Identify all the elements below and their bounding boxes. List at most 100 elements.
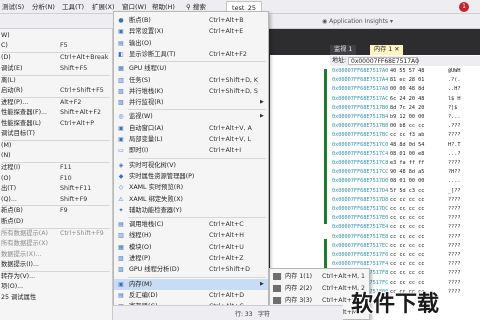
debug-menu-item[interactable]: 进程(P)... Alt+F2 [0,98,113,108]
memory-row[interactable]: 0x00007FF68E7517A0 40 55 57 48 @UWH [330,67,480,76]
menu-tools[interactable]: 工具(T) [62,2,84,12]
debug-menu-item[interactable]: 25 调试属性 [0,293,113,303]
windows-menu-item[interactable]: ▨ 并行监视(R) ▶ [114,97,268,108]
memory-row[interactable]: 0x00007FF68E7517A4 81 ec 28 01 .?(. [330,76,480,85]
memory-row[interactable]: 0x00007FF68E7517D4 5f 5d c3 cc _]?? [330,187,480,196]
debug-menu-item[interactable]: 所有数据提示(X) [0,239,113,249]
debug-menu-item[interactable]: 调试目标(T) [0,129,113,139]
debug-menu-item[interactable]: 性能探查器(L) Ctrl+Alt+P [0,119,113,129]
windows-menu-item[interactable]: ▦ GPU 线程(U) [114,63,268,74]
debug-menu-item[interactable]: 调试(E) Shift+F5 [0,64,113,74]
memory-row[interactable]: 0x00007FF68E7517D8 cc cc cc cc???? [330,196,480,205]
code-editor-area[interactable] [270,55,328,300]
menu-item-label: 过程(I) [1,164,21,172]
tab-memory-1[interactable]: 内存 1 ✕ [370,45,404,55]
debug-menu-item[interactable]: 项(O)... [0,282,113,292]
debug-menu-item[interactable]: 所有数据提示(A) Ctrl+Shift+F9 [0,229,113,239]
menu-analyze[interactable]: 分析(N) [32,2,55,12]
windows-menu-item[interactable]: ▣ 自动窗口(A) Ctrl+Alt+V, A [114,123,268,134]
notification-badge[interactable]: 1 [459,2,469,12]
debug-menu-item[interactable]: C) F5 [0,41,113,51]
memory-row[interactable]: 0x00007FF68E7517A8 00 00 48 8d ..H? [330,85,480,94]
debug-menu-item[interactable]: 过程(I) F11 [0,163,113,173]
windows-menu-item[interactable]: ▥ 线程(H) Ctrl+Alt+H [114,230,268,241]
menu-item-shortcut: Ctrl+Alt+C [209,221,244,229]
windows-menu-item[interactable]: ● 断点(B) Ctrl+Alt+B [114,15,268,26]
windows-menu-item[interactable]: ▭ 即时(I) Ctrl+Alt+I [114,145,268,156]
debug-menu-item[interactable]: 转存为(V)... [0,272,113,282]
window-icon: ▨ [118,99,124,107]
debug-menu-item[interactable]: 数据提示(X)... [0,250,113,260]
memory-menu-item[interactable]: 内存 1(1) Ctrl+Alt+M, 1 [270,271,369,282]
menu-item-label: 项(O)... [1,283,24,291]
windows-menu-item[interactable]: ▣ 异常设置(X) Ctrl+Alt+E [114,26,268,37]
watermark-text: 软件下载 [351,292,440,317]
windows-menu-item[interactable]: ✦ 辅助功能检查器(Y) [114,205,268,216]
memory-row[interactable]: 0x00007FF68E7517E4 cc cc cc cc???? [330,223,480,232]
debug-menu-item[interactable]: (M) [0,141,113,151]
debug-menu-item[interactable]: 启动(R) Ctrl+Shift+F5 [0,86,113,96]
windows-menu-item[interactable]: ◈ 实时可视化树(V) [114,160,268,171]
debug-menu-item[interactable]: 断点(D) [0,217,113,227]
windows-menu-item[interactable]: ▤ 输出(O) [114,38,268,49]
memory-row[interactable]: 0x00007FF68E7517B8 00 b8 cc cc.??? [330,122,480,131]
menu-test[interactable]: 测试(S) [2,2,24,12]
menu-item-label: 数据提示(I)... [1,260,39,268]
debug-menu-item[interactable]: (N) [0,151,113,161]
memory-row[interactable]: 0x00007FF68E7517B4 b9 12 00 00?... [330,113,480,122]
windows-menu-item[interactable]: ▦ 模块(O) Ctrl+Alt+U [114,242,268,253]
window-icon: ▧ [118,87,124,95]
windows-menu-item[interactable]: ▣ 局部变量(L) Ctrl+Alt+V, L [114,134,268,145]
menu-item-shortcut: Ctrl+Alt+H [209,232,245,240]
memory-row[interactable]: 0x00007FF68E7517AC 6c 24 20 48 l$ H [330,95,480,104]
windows-menu-item[interactable]: ⚠ XAML 绑定失败(X) [114,194,268,205]
menu-item-label: 自动窗口(A) [129,124,164,132]
windows-menu-item[interactable]: ▧ 进程(P) Ctrl+Alt+Z [114,253,268,264]
windows-menu-item[interactable]: ◧ 显示诊断工具(T) Ctrl+Alt+F2 [114,49,268,60]
memory-dump[interactable]: 0x00007FF68E7517A0 40 55 57 48 @UWH 0x00007… [330,67,480,297]
debug-menu-item[interactable]: 出(T) Shift+F11 [0,184,113,194]
status-char: 字符 [258,311,271,318]
memory-row[interactable]: 0x00007FF68E7517E8 cc cc cc cc???? [330,233,480,242]
windows-menu-item[interactable]: ◇ XAML 实时预览(R) [114,182,268,193]
memory-row[interactable]: 0x00007FF68E7517DC cc cc cc cc???? [330,205,480,214]
windows-menu-item[interactable]: ▤ 反汇编(D) Ctrl+Alt+D [114,290,268,301]
memory-row[interactable]: 0x00007FF68E7517C8 e3 fa ff ff???? [330,159,480,168]
memory-row[interactable]: 0x00007FF68E7517D0 08 01 00 00.... [330,177,480,186]
debug-menu-item[interactable]: W) [0,31,113,41]
memory-row[interactable]: 0x00007FF68E7517CC 90 48 8d a5 ?H?? [330,168,480,177]
memory-hex: b9 12 00 00 [390,114,425,120]
app-insights-button[interactable]: ◉ Application Insights ▾ [322,16,393,27]
debug-menu-item[interactable]: (D) Ctrl+Alt+Break [0,53,113,63]
memory-row[interactable]: 0x00007FF68E7517EC cc cc cc cc???? [330,242,480,251]
windows-menu-item[interactable]: ◆ 实时属性资源管理器(P) [114,171,268,182]
address-input[interactable]: 0x00007FF68E7517A0 [348,57,419,65]
windows-menu-item[interactable]: ▣ 内存(M) ▶ [114,278,268,290]
menu-item-shortcut: F9 [60,207,68,215]
menu-item-label: GPU 线程分析(D) [129,266,180,274]
memory-row[interactable]: 0x00007FF68E7517F0 cc cc cc cc???? [330,251,480,260]
memory-row[interactable]: 0x00007FF68E7517B0 8d 7c 24 20 ?|$ [330,104,480,113]
debug-menu-item[interactable]: (Q)... Shift+F9 [0,195,113,205]
debug-menu-item[interactable]: 性能探查器(F)... Shift+Alt+F2 [0,108,113,118]
tab-watch-1[interactable]: 监视 1 [330,45,357,55]
windows-menu-item[interactable]: ◎ 监视(W) ▶ [114,111,268,122]
windows-menu-item[interactable]: ▤ 调用堆栈(C) Ctrl+Alt+C [114,219,268,230]
memory-row[interactable]: 0x00007FF68E7517C4 08 01 00 e8...? [330,150,480,159]
memory-row[interactable]: 0x00007FF68E7517C0 48 8d 0d 54 H?.T [330,141,480,150]
panel-top-area [270,29,480,45]
debug-menu-item[interactable]: 离(L) [0,76,113,86]
windows-menu-item[interactable]: ▥ 任务(S) Ctrl+Shift+D, K [114,75,268,86]
windows-menu-item[interactable]: ▧ 并行堆栈(K) Ctrl+Shift+D, S [114,86,268,97]
debug-menu-item[interactable]: 新点(B) F9 [0,206,113,216]
menu-item-shortcut: Shift+F11 [60,185,92,193]
memory-hex: 00 00 48 8d [390,86,425,93]
windows-menu-item[interactable]: ▨ GPU 线程分析(D) Ctrl+Shift+D [114,264,268,275]
memory-row[interactable]: 0x00007FF68E7517BC cc cc f3 ab???? [330,131,480,140]
memory-hex: 08 01 00 00 [390,178,425,185]
menu-item-label: 性能探查器(L) [1,119,41,127]
debug-menu-item[interactable]: 数据提示(I)... [0,260,113,270]
memory-row[interactable]: 0x00007FF68E7517E0 cc cc cc cc???? [330,214,480,223]
menu-extensions[interactable]: 扩展(X) [92,2,115,12]
debug-menu-item[interactable]: (O) F10 [0,174,113,184]
